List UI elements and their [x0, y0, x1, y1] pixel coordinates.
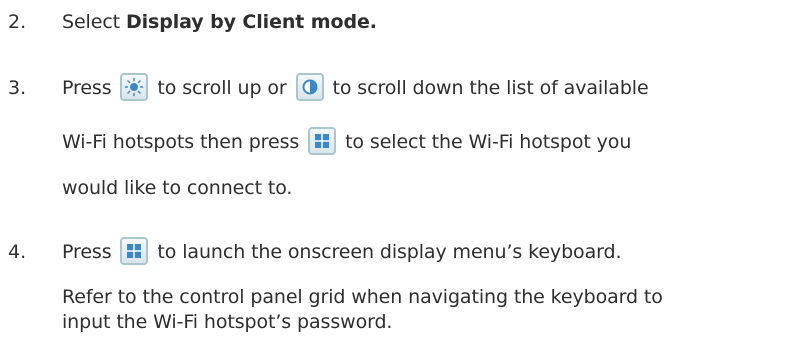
step-number: 4.	[8, 241, 27, 263]
step-3-press: Press	[62, 77, 112, 99]
contrast-icon	[295, 72, 324, 101]
step-4-line-3: input the Wi-Fi hotspot’s password.	[62, 311, 393, 333]
step-3-scroll-down: to scroll down the list of available	[332, 77, 649, 99]
instruction-document: 2. Select Display by Client mode. 3. Pre…	[0, 0, 802, 347]
step-4-line-2: Refer to the control panel grid when nav…	[62, 286, 663, 308]
step-number: 2.	[8, 11, 27, 33]
step-2-text: Select Display by Client mode.	[62, 10, 377, 34]
brightness-icon	[120, 72, 149, 101]
step-3-hotspots: Wi-Fi hotspots then press	[62, 131, 300, 153]
step-4-launch: to launch the onscreen display menu’s ke…	[157, 241, 622, 263]
step-3-line-2: Wi-Fi hotspots then press to select the …	[62, 126, 632, 155]
step-3-line-1: Press to scroll up or to scroll down the…	[62, 72, 649, 101]
step-3-scroll-up: to scroll up or	[157, 77, 287, 99]
step-2-prefix: Select	[62, 11, 126, 33]
step-3-line-3: would like to connect to.	[62, 177, 293, 199]
step-number: 3.	[8, 77, 27, 99]
menu-icon	[308, 126, 337, 155]
step-2-bold: Display by Client mode.	[125, 11, 377, 33]
step-4-press: Press	[62, 241, 112, 263]
step-4-line-1: Press to launch the onscreen display men…	[62, 236, 622, 265]
menu-icon	[120, 236, 149, 265]
step-3-select: to select the Wi-Fi hotspot you	[345, 131, 632, 153]
